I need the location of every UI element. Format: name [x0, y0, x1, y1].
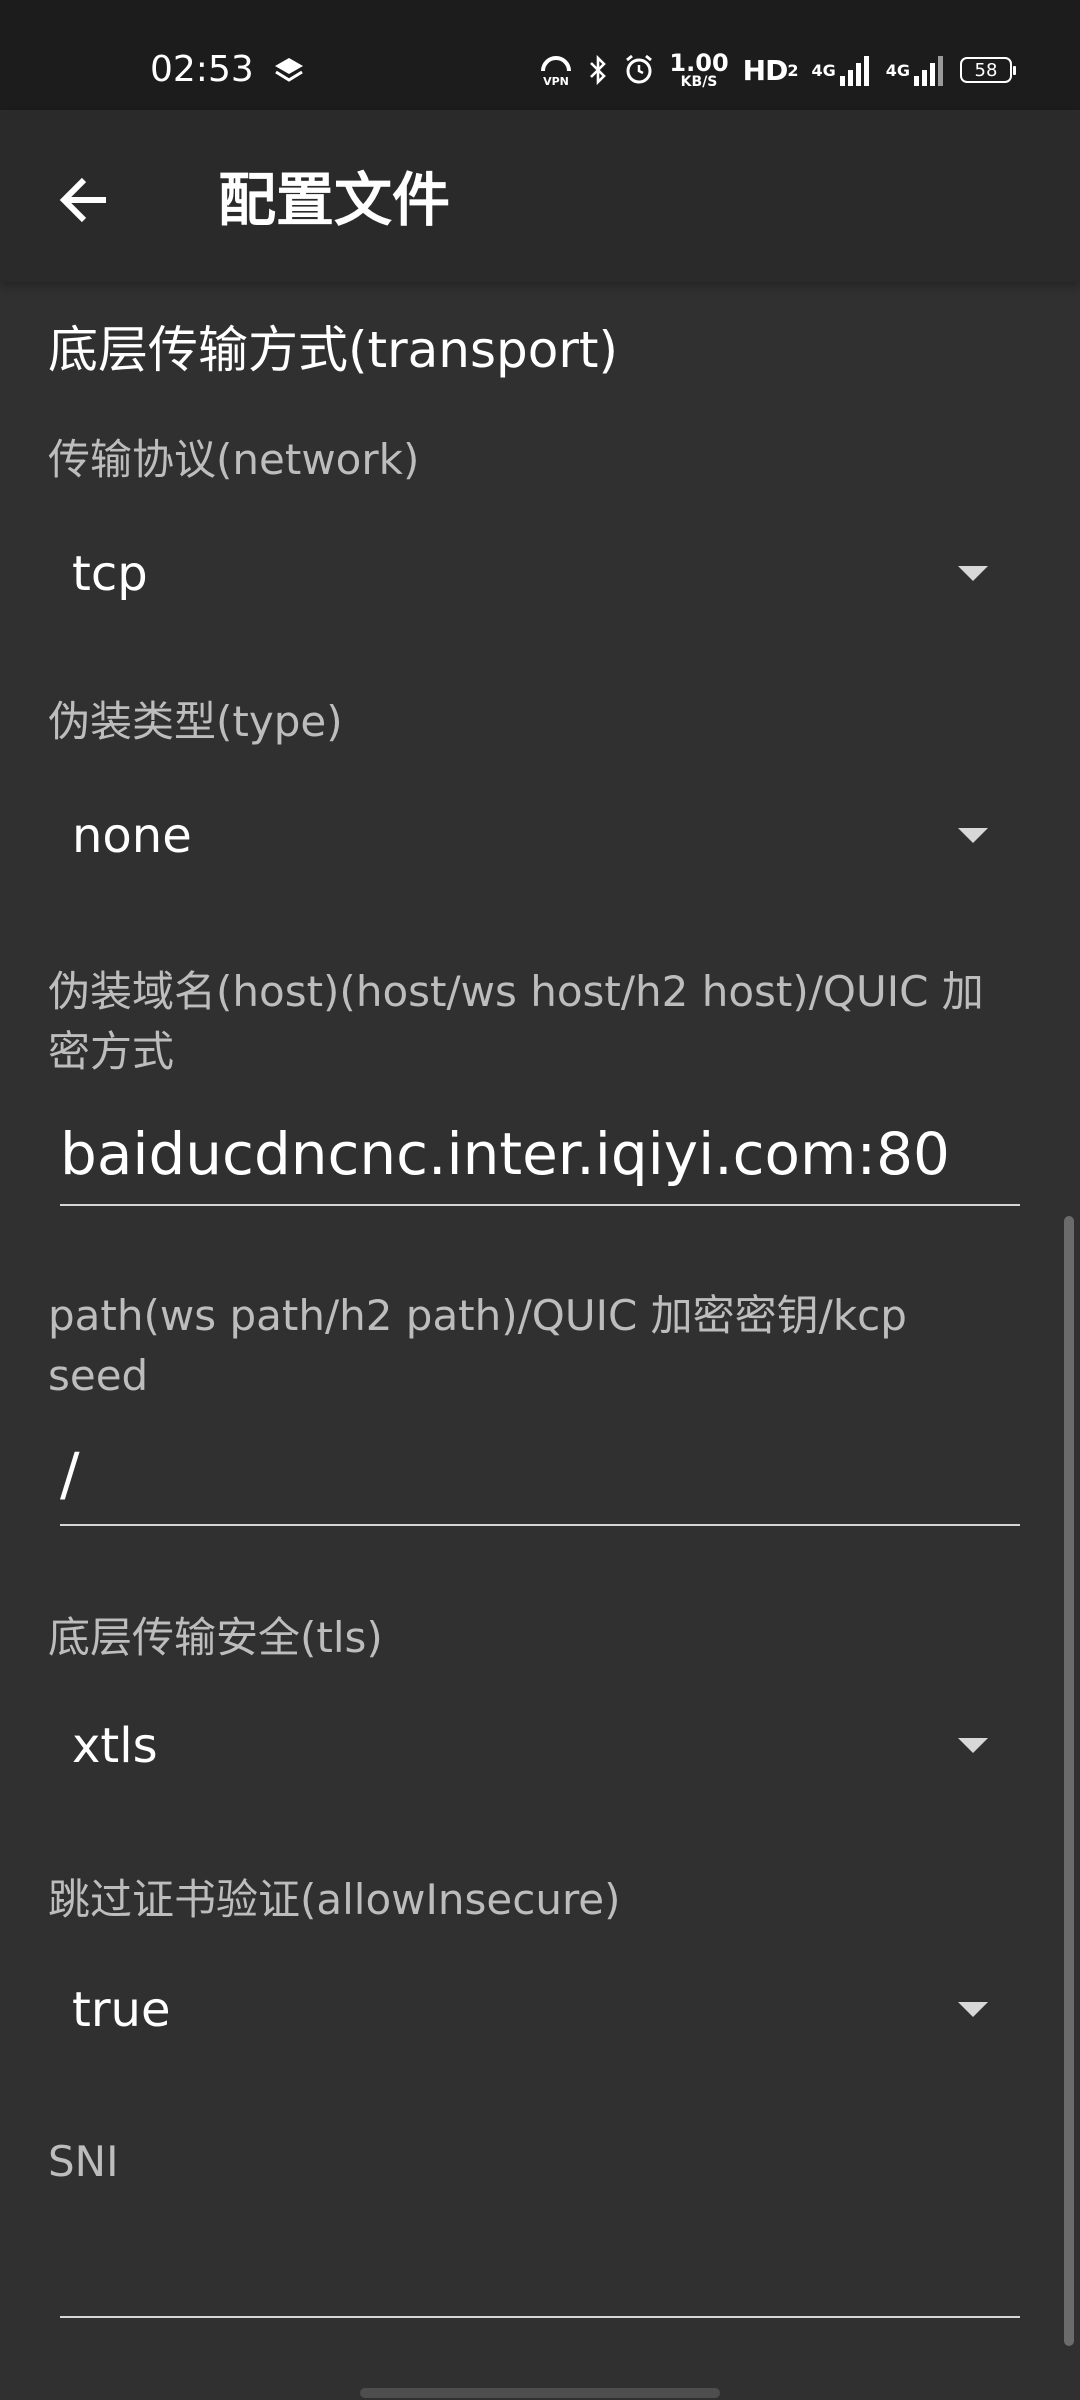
path-value: / — [60, 1440, 80, 1508]
dropdown-caret-icon — [958, 566, 988, 581]
status-bar: 02:53 VPN 1.00 KB/S HD 2 4G 4G 58 — [0, 0, 1080, 110]
type-value: none — [72, 808, 192, 864]
signal-icon: 4G — [811, 54, 871, 86]
alarm-icon — [623, 54, 655, 86]
path-label: path(ws path/h2 path)/QUIC 加密密钥/kcp seed — [48, 1291, 907, 1400]
network-select[interactable]: tcp — [48, 526, 1008, 622]
dropdown-caret-icon — [958, 828, 988, 843]
tls-select[interactable]: xtls — [48, 1698, 1008, 1794]
network-speed: 1.00 KB/S — [669, 49, 729, 90]
network-value: tcp — [72, 546, 148, 602]
svg-text:VPN: VPN — [544, 75, 570, 87]
tls-label: 底层传输安全(tls) — [48, 1613, 383, 1662]
sni-label: SNI — [48, 2137, 119, 2186]
path-input[interactable]: / — [60, 1430, 1020, 1526]
gesture-nav-handle[interactable] — [360, 2388, 720, 2398]
network-label: 传输协议(network) — [48, 435, 420, 484]
arrow-left-icon — [59, 177, 106, 223]
back-button[interactable] — [44, 160, 124, 240]
vpn-icon: VPN — [539, 53, 573, 87]
allow-insecure-label: 跳过证书验证(allowInsecure) — [48, 1875, 621, 1924]
type-select[interactable]: none — [48, 788, 1008, 884]
allow-insecure-value: true — [72, 1982, 171, 2038]
signal-icon: 4G — [886, 54, 946, 86]
host-label: 伪装域名(host)(host/ws host/h2 host)/QUIC 加密… — [48, 967, 984, 1076]
app-bar: 配置文件 — [0, 110, 1080, 282]
page-title: 配置文件 — [218, 166, 451, 234]
bluetooth-icon — [587, 54, 609, 86]
hd-voice-indicator: HD 2 — [742, 53, 799, 87]
dropdown-caret-icon — [958, 2002, 988, 2017]
scrollbar[interactable] — [1064, 1216, 1074, 2346]
host-input[interactable]: baiducdncnc.inter.iqiyi.com:80 — [60, 1110, 1020, 1206]
host-value: baiducdncnc.inter.iqiyi.com:80 — [60, 1120, 950, 1188]
dropdown-caret-icon — [958, 1738, 988, 1753]
status-icons: VPN 1.00 KB/S HD 2 4G 4G 58 — [539, 48, 1016, 92]
battery-icon: 58 — [960, 57, 1016, 83]
tls-value: xtls — [72, 1718, 158, 1774]
section-title-transport: 底层传输方式(transport) — [48, 321, 619, 379]
type-label: 伪装类型(type) — [48, 697, 343, 746]
config-form: 底层传输方式(transport) 传输协议(network) tcp 伪装类型… — [0, 282, 1080, 2400]
status-time: 02:53 — [150, 49, 254, 90]
layers-icon — [272, 56, 306, 86]
sni-input[interactable] — [60, 2222, 1020, 2318]
allow-insecure-select[interactable]: true — [48, 1962, 1008, 2058]
